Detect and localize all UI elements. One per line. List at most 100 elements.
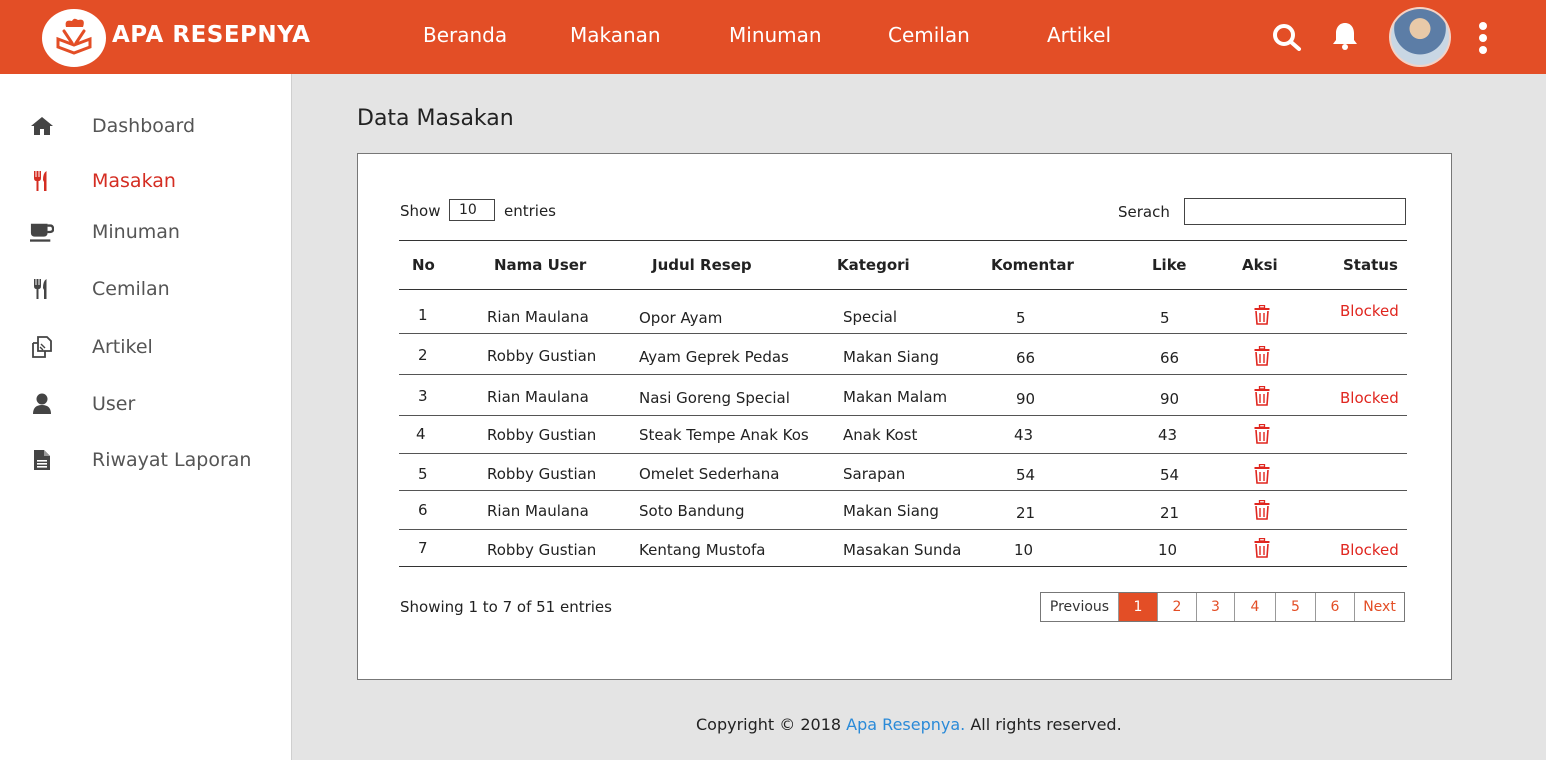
trash-icon[interactable] xyxy=(1254,499,1270,520)
sidebar-item-cemilan[interactable]: Cemilan xyxy=(0,269,292,309)
cell-nama-user: Robby Gustian xyxy=(487,347,597,365)
sidebar-item-riwayat-laporan[interactable]: Riwayat Laporan xyxy=(0,440,292,480)
trash-icon[interactable] xyxy=(1254,385,1270,406)
pagination-page-2[interactable]: 2 xyxy=(1158,593,1197,621)
row-divider xyxy=(399,374,1407,375)
cell-like: 5 xyxy=(1160,309,1170,327)
trash-icon[interactable] xyxy=(1254,537,1270,558)
show-label: Show xyxy=(400,202,441,220)
file-text-icon xyxy=(30,448,54,472)
cell-no: 7 xyxy=(418,539,428,557)
cell-no: 1 xyxy=(418,306,428,324)
row-divider xyxy=(399,415,1407,416)
trash-icon[interactable] xyxy=(1254,345,1270,366)
entries-label: entries xyxy=(504,202,556,220)
top-navbar: APA RESEPNYA Beranda Makanan Minuman Cem… xyxy=(0,0,1546,74)
pagination-page-4[interactable]: 4 xyxy=(1235,593,1276,621)
cell-komentar: 90 xyxy=(1016,390,1036,408)
sidebar-item-dashboard[interactable]: Dashboard xyxy=(0,106,292,146)
sidebar-item-label: User xyxy=(92,393,136,415)
cell-no: 6 xyxy=(418,501,428,519)
pagination-page-5[interactable]: 5 xyxy=(1276,593,1316,621)
cell-nama-user: Robby Gustian xyxy=(487,541,597,559)
entries-select[interactable]: 10 xyxy=(449,199,495,221)
bell-icon[interactable] xyxy=(1331,21,1359,55)
nav-makanan[interactable]: Makanan xyxy=(570,23,661,47)
column-header-kategori[interactable]: Kategori xyxy=(837,256,910,274)
search-icon[interactable] xyxy=(1272,23,1302,55)
cell-judul-resep: Kentang Mustofa xyxy=(639,541,766,559)
column-header-like[interactable]: Like xyxy=(1152,256,1186,274)
cell-komentar: 43 xyxy=(1014,426,1034,444)
table-divider xyxy=(399,289,1407,290)
footer-brand-link[interactable]: Apa Resepnya. xyxy=(846,715,965,734)
search-label: Serach xyxy=(1118,203,1170,221)
trash-icon[interactable] xyxy=(1254,304,1270,325)
sidebar-item-label: Masakan xyxy=(92,170,176,192)
trash-icon[interactable] xyxy=(1254,463,1270,484)
column-header-judul-resep[interactable]: Judul Resep xyxy=(652,256,752,274)
row-divider xyxy=(399,529,1407,530)
sidebar-item-artikel[interactable]: Artikel xyxy=(0,327,292,367)
cell-judul-resep: Nasi Goreng Special xyxy=(639,389,790,407)
cell-kategori: Makan Siang xyxy=(843,348,939,366)
cell-judul-resep: Soto Bandung xyxy=(639,502,745,520)
pagination-page-6[interactable]: 6 xyxy=(1316,593,1355,621)
column-header-nama-user[interactable]: Nama User xyxy=(494,256,586,274)
sidebar-item-label: Cemilan xyxy=(92,278,170,300)
pagination: Previous 1 2 3 4 5 6 Next xyxy=(1040,592,1405,622)
cell-no: 5 xyxy=(418,465,428,483)
cell-komentar: 66 xyxy=(1016,349,1036,367)
avatar[interactable] xyxy=(1389,7,1451,67)
cell-no: 3 xyxy=(418,387,428,405)
nav-cemilan[interactable]: Cemilan xyxy=(888,23,970,47)
entries-summary: Showing 1 to 7 of 51 entries xyxy=(400,598,612,616)
nav-beranda[interactable]: Beranda xyxy=(423,23,507,47)
user-icon xyxy=(30,392,54,416)
cell-nama-user: Rian Maulana xyxy=(487,388,589,406)
sidebar-item-label: Riwayat Laporan xyxy=(92,449,252,471)
column-header-no[interactable]: No xyxy=(412,256,435,274)
sidebar: Dashboard Masakan Minuman Cemilan Artike… xyxy=(0,74,292,760)
copy-documents-icon xyxy=(30,335,54,359)
cell-like: 43 xyxy=(1158,426,1178,444)
row-divider xyxy=(399,453,1407,454)
cell-komentar: 21 xyxy=(1016,504,1036,522)
coffee-cup-icon xyxy=(30,220,54,244)
search-input[interactable] xyxy=(1184,198,1406,225)
brand-name[interactable]: APA RESEPNYA xyxy=(112,22,310,48)
sidebar-item-masakan[interactable]: Masakan xyxy=(0,161,292,201)
sidebar-item-user[interactable]: User xyxy=(0,384,292,424)
cell-judul-resep: Omelet Sederhana xyxy=(639,465,780,483)
nav-artikel[interactable]: Artikel xyxy=(1047,23,1111,47)
logo-icon[interactable] xyxy=(42,9,106,67)
cell-like: 10 xyxy=(1158,541,1178,559)
cell-judul-resep: Ayam Geprek Pedas xyxy=(639,348,789,366)
cell-kategori: Anak Kost xyxy=(843,426,918,444)
sidebar-item-minuman[interactable]: Minuman xyxy=(0,212,292,252)
cell-nama-user: Robby Gustian xyxy=(487,426,597,444)
column-header-aksi[interactable]: Aksi xyxy=(1242,256,1278,274)
cell-kategori: Makan Siang xyxy=(843,502,939,520)
cell-like: 54 xyxy=(1160,466,1180,484)
footer-copyright: Copyright © 2018 xyxy=(696,715,842,734)
pagination-previous-button[interactable]: Previous xyxy=(1041,593,1119,621)
cell-judul-resep: Opor Ayam xyxy=(639,309,723,327)
cell-like: 66 xyxy=(1160,349,1180,367)
nav-minuman[interactable]: Minuman xyxy=(729,23,822,47)
cell-kategori: Masakan Sunda xyxy=(843,541,962,559)
data-table-panel: Show 10 entries Serach No Nama User Judu… xyxy=(357,153,1452,680)
status-badge: Blocked xyxy=(1340,302,1399,320)
pagination-next-button[interactable]: Next xyxy=(1355,593,1404,621)
cell-like: 90 xyxy=(1160,390,1180,408)
column-header-komentar[interactable]: Komentar xyxy=(991,256,1074,274)
trash-icon[interactable] xyxy=(1254,423,1270,444)
more-vertical-icon[interactable] xyxy=(1476,21,1490,59)
pagination-page-3[interactable]: 3 xyxy=(1197,593,1235,621)
pagination-page-1[interactable]: 1 xyxy=(1119,593,1158,621)
cell-no: 2 xyxy=(418,346,428,364)
cell-nama-user: Rian Maulana xyxy=(487,308,589,326)
cell-no: 4 xyxy=(416,425,426,443)
column-header-status[interactable]: Status xyxy=(1343,256,1398,274)
row-divider xyxy=(399,490,1407,491)
